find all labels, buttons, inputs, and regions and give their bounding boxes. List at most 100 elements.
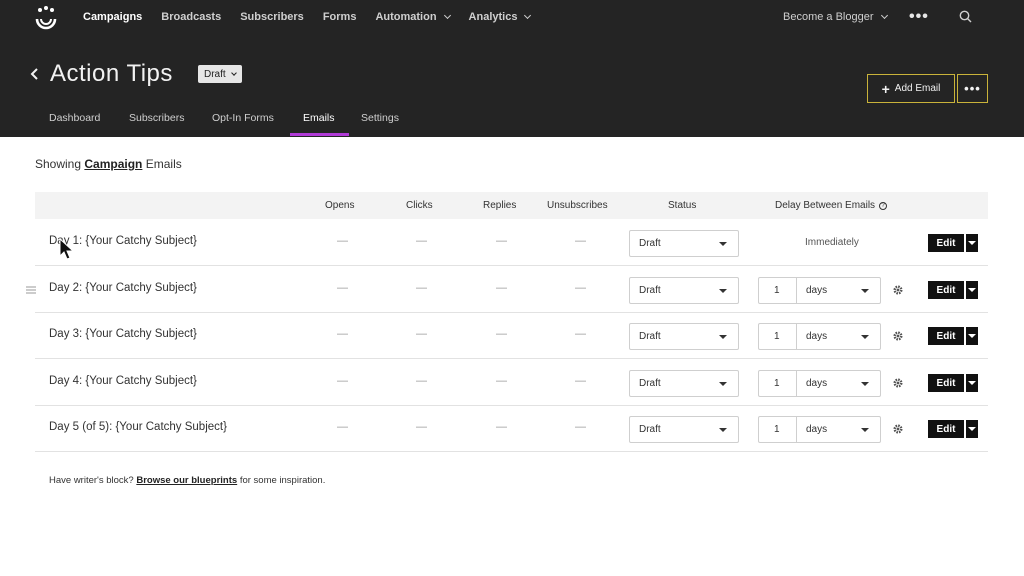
tab-opt-in-forms[interactable]: Opt-In Forms — [212, 112, 274, 124]
logo-icon[interactable] — [34, 4, 58, 34]
caret-down-icon — [968, 241, 976, 245]
delay-unit-select[interactable]: days — [796, 277, 881, 304]
active-tab-indicator — [290, 133, 349, 136]
status-badge[interactable]: Draft — [198, 65, 242, 83]
gear-icon[interactable] — [892, 330, 904, 342]
status-select[interactable]: Draft — [629, 277, 739, 304]
delay-unit-value: days — [806, 378, 828, 389]
main-nav: Campaigns Broadcasts Subscribers Forms A… — [83, 11, 549, 23]
replies-value: — — [496, 282, 507, 294]
more-options-button[interactable]: ••• — [957, 74, 988, 103]
delay-number-input[interactable]: 1 — [758, 323, 797, 350]
edit-dropdown-button[interactable] — [966, 281, 978, 299]
drag-handle-icon[interactable] — [26, 286, 36, 294]
nav-automation[interactable]: Automation — [375, 11, 451, 23]
edit-dropdown-button[interactable] — [966, 374, 978, 392]
caret-down-icon — [968, 381, 976, 385]
hint-suffix: for some inspiration. — [239, 475, 326, 486]
edit-button[interactable]: Edit — [928, 420, 964, 438]
unsubscribes-value: — — [575, 282, 586, 294]
nav-analytics[interactable]: Analytics — [468, 11, 532, 23]
caret-down-icon — [861, 335, 869, 339]
delay-number-input[interactable]: 1 — [758, 416, 797, 443]
tab-emails[interactable]: Emails — [303, 112, 335, 124]
status-select-value: Draft — [639, 285, 661, 296]
edit-dropdown-button[interactable] — [966, 420, 978, 438]
tab-subscribers[interactable]: Subscribers — [129, 112, 184, 124]
more-horizontal-icon[interactable]: ••• — [909, 8, 929, 26]
gear-icon[interactable] — [892, 377, 904, 389]
unsubscribes-value: — — [575, 328, 586, 340]
column-delay: Delay Between Emails? — [775, 200, 888, 211]
delay-number-input[interactable]: 1 — [758, 277, 797, 304]
chevron-down-icon — [880, 11, 888, 20]
email-subject[interactable]: Day 2: {Your Catchy Subject} — [49, 282, 197, 294]
email-subject[interactable]: Day 4: {Your Catchy Subject} — [49, 375, 197, 387]
delay-immediately: Immediately — [805, 237, 859, 248]
account-menu[interactable]: Become a Blogger — [783, 11, 888, 23]
table-row: Day 3: {Your Catchy Subject} — — — — Dra… — [35, 313, 988, 359]
tab-dashboard[interactable]: Dashboard — [49, 112, 100, 124]
status-select[interactable]: Draft — [629, 323, 739, 350]
browse-blueprints-link[interactable]: Browse our blueprints — [136, 475, 237, 486]
table-row: Day 5 (of 5): {Your Catchy Subject} — — … — [35, 406, 988, 452]
tab-settings[interactable]: Settings — [361, 112, 399, 124]
caret-down-icon — [968, 334, 976, 338]
opens-value: — — [337, 235, 348, 247]
mouse-cursor-icon — [59, 238, 75, 260]
edit-button[interactable]: Edit — [928, 327, 964, 345]
status-select[interactable]: Draft — [629, 230, 739, 257]
nav-automation-label: Automation — [375, 11, 437, 23]
clicks-value: — — [416, 235, 427, 247]
page-title: Action Tips — [50, 60, 173, 87]
status-select[interactable]: Draft — [629, 370, 739, 397]
chevron-down-icon — [230, 69, 237, 76]
table-row: Day 4: {Your Catchy Subject} — — — — Dra… — [35, 360, 988, 406]
account-label: Become a Blogger — [783, 11, 874, 23]
edit-button[interactable]: Edit — [928, 234, 964, 252]
unsubscribes-value: — — [575, 375, 586, 387]
caret-down-icon — [861, 289, 869, 293]
email-subject[interactable]: Day 5 (of 5): {Your Catchy Subject} — [49, 421, 227, 433]
gear-icon[interactable] — [892, 284, 904, 296]
nav-campaigns-label: Campaigns — [83, 11, 143, 23]
nav-subscribers[interactable]: Subscribers — [240, 11, 304, 23]
delay-unit-select[interactable]: days — [796, 323, 881, 350]
gear-icon[interactable] — [892, 423, 904, 435]
status-select-value: Draft — [639, 238, 661, 249]
status-badge-label: Draft — [204, 68, 226, 80]
clicks-value: — — [416, 328, 427, 340]
column-opens: Opens — [325, 200, 355, 211]
opens-value: — — [337, 328, 348, 340]
opens-value: — — [337, 421, 348, 433]
edit-button[interactable]: Edit — [928, 281, 964, 299]
delay-unit-select[interactable]: days — [796, 416, 881, 443]
search-icon[interactable] — [959, 10, 972, 23]
add-email-label: Add Email — [894, 83, 941, 94]
replies-value: — — [496, 375, 507, 387]
nav-forms[interactable]: Forms — [323, 11, 357, 23]
column-clicks: Clicks — [406, 200, 433, 211]
nav-analytics-label: Analytics — [468, 11, 518, 23]
unsubscribes-value: — — [575, 421, 586, 433]
replies-value: — — [496, 328, 507, 340]
nav-forms-label: Forms — [322, 11, 357, 23]
delay-unit-select[interactable]: days — [796, 370, 881, 397]
nav-campaigns[interactable]: Campaigns — [83, 11, 142, 23]
add-email-button[interactable]: + Add Email — [867, 74, 955, 103]
help-icon[interactable]: ? — [879, 202, 888, 210]
email-subject[interactable]: Day 3: {Your Catchy Subject} — [49, 328, 197, 340]
campaign-filter-link[interactable]: Campaign — [84, 157, 142, 171]
app-header: Campaigns Broadcasts Subscribers Forms A… — [0, 0, 1024, 137]
blueprints-hint: Have writer's block? Browse our blueprin… — [49, 475, 325, 486]
edit-button[interactable]: Edit — [928, 374, 964, 392]
edit-dropdown-button[interactable] — [966, 327, 978, 345]
delay-unit-value: days — [806, 424, 828, 435]
back-arrow-icon[interactable] — [30, 67, 40, 81]
edit-dropdown-button[interactable] — [966, 234, 978, 252]
delay-number-input[interactable]: 1 — [758, 370, 797, 397]
caret-down-icon — [719, 335, 727, 339]
caret-down-icon — [719, 242, 727, 246]
nav-broadcasts[interactable]: Broadcasts — [161, 11, 221, 23]
status-select[interactable]: Draft — [629, 416, 739, 443]
